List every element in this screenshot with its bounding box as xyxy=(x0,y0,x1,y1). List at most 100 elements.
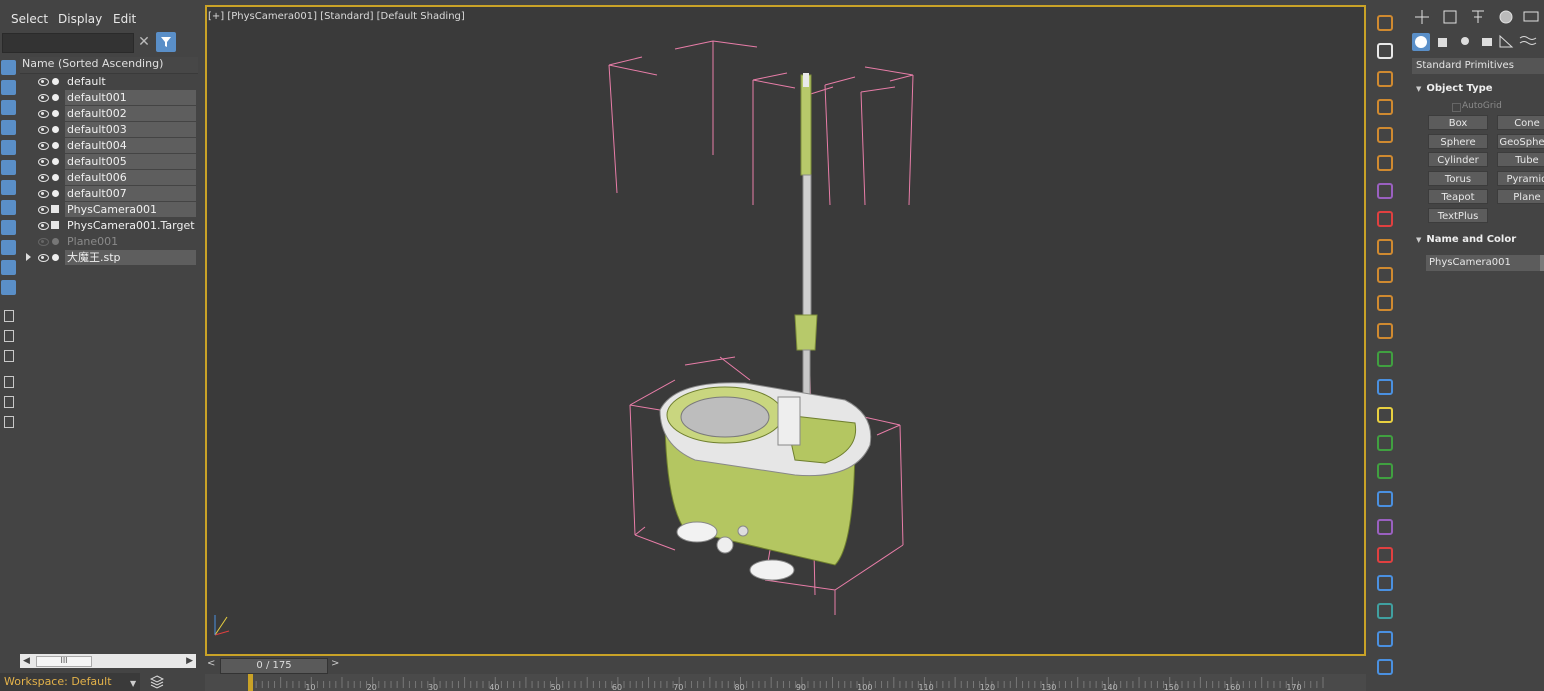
tree-row[interactable]: PhysCamera001 xyxy=(20,202,196,217)
script-tool-icon[interactable] xyxy=(1377,547,1393,563)
tree-row[interactable]: 大魔王.stp xyxy=(20,250,196,265)
script-tool-icon[interactable] xyxy=(1377,631,1393,647)
script-tool-icon[interactable] xyxy=(1377,71,1393,87)
script-tool-icon[interactable] xyxy=(1377,183,1393,199)
explorer-horizontal-scrollbar[interactable]: ◀ III ▶ xyxy=(20,654,196,668)
autogrid-checkbox[interactable] xyxy=(1452,103,1461,112)
primitive-button[interactable]: Box xyxy=(1428,115,1488,130)
primitive-button[interactable]: Tube xyxy=(1497,152,1544,168)
script-tool-icon[interactable] xyxy=(1377,463,1393,479)
menu-edit[interactable]: Edit xyxy=(113,12,136,26)
script-tool-icon[interactable] xyxy=(1377,435,1393,451)
script-tool-icon[interactable] xyxy=(1377,323,1393,339)
primitive-button[interactable]: Sphere xyxy=(1428,133,1488,149)
groups-filter-icon[interactable] xyxy=(1,180,16,195)
visibility-eye-icon[interactable] xyxy=(38,142,49,150)
visibility-eye-icon[interactable] xyxy=(38,94,49,102)
object-category-dropdown[interactable]: Standard Primitives xyxy=(1412,58,1544,74)
scroll-right-icon[interactable]: ▶ xyxy=(186,656,193,666)
visibility-eye-icon[interactable] xyxy=(38,238,49,246)
script-tool-icon[interactable] xyxy=(1377,519,1393,535)
filter-funnel-icon[interactable] xyxy=(1,374,16,389)
bones-filter-icon[interactable] xyxy=(1,220,16,235)
script-tool-icon[interactable] xyxy=(1377,211,1393,227)
clear-search-icon[interactable]: ✕ xyxy=(136,33,152,51)
script-tool-icon[interactable] xyxy=(1377,603,1393,619)
object-type-rollout[interactable]: Object Type xyxy=(1412,81,1544,97)
primitive-button[interactable]: Plane xyxy=(1497,189,1544,205)
filter-options-icon[interactable] xyxy=(1,394,16,409)
tree-row[interactable]: default005 xyxy=(20,154,196,169)
menu-select[interactable]: Select xyxy=(11,12,48,26)
tree-row[interactable]: default006 xyxy=(20,170,196,185)
script-tool-icon[interactable] xyxy=(1377,267,1393,283)
primitive-button[interactable]: Cylinder xyxy=(1428,152,1488,168)
script-tool-icon[interactable] xyxy=(1377,379,1393,395)
script-tool-icon[interactable] xyxy=(1377,295,1393,311)
script-tool-icon[interactable] xyxy=(1377,155,1393,171)
object-color-swatch[interactable] xyxy=(1540,255,1544,271)
tree-row[interactable]: PhysCamera001.Target xyxy=(20,218,196,233)
select-all-icon[interactable] xyxy=(1,308,16,323)
visibility-eye-icon[interactable] xyxy=(38,110,49,118)
hidden-filter-icon[interactable] xyxy=(1,280,16,295)
primitive-button[interactable]: Pyramid xyxy=(1497,170,1544,186)
tree-row[interactable]: default002 xyxy=(20,106,196,121)
frozen-filter-icon[interactable] xyxy=(1,260,16,275)
visibility-eye-icon[interactable] xyxy=(38,78,49,86)
tree-row[interactable]: default003 xyxy=(20,122,196,137)
viewport-label[interactable]: [+] [PhysCamera001] [Standard] [Default … xyxy=(208,11,465,22)
visibility-eye-icon[interactable] xyxy=(38,174,49,182)
primitive-button[interactable]: Torus xyxy=(1428,170,1488,186)
visibility-eye-icon[interactable] xyxy=(38,190,49,198)
script-tool-icon[interactable] xyxy=(1377,99,1393,115)
name-column-header[interactable]: Name (Sorted Ascending) xyxy=(20,57,198,74)
tree-row[interactable]: Plane001 xyxy=(20,234,196,249)
script-tool-icon[interactable] xyxy=(1377,351,1393,367)
script-tool-icon[interactable] xyxy=(1377,127,1393,143)
visibility-eye-icon[interactable] xyxy=(38,126,49,134)
script-tool-icon[interactable] xyxy=(1377,575,1393,591)
previous-frame-button[interactable]: < xyxy=(207,658,215,669)
primitive-button[interactable]: Cone xyxy=(1497,115,1544,130)
geometry-filter-icon[interactable] xyxy=(1,60,16,75)
visibility-eye-icon[interactable] xyxy=(38,206,49,214)
helpers-filter-icon[interactable] xyxy=(1,140,16,155)
name-and-color-rollout[interactable]: Name and Color xyxy=(1412,232,1544,248)
workspace-selector[interactable]: Workspace: Default xyxy=(0,673,140,691)
timeline-ruler[interactable]: 10 20 30 40 50 60 70 80 90 100 110 120 130 140 150 160 1… xyxy=(205,674,1366,691)
visibility-eye-icon[interactable] xyxy=(38,222,49,230)
expand-arrow-icon[interactable] xyxy=(26,253,31,261)
object-name-field[interactable]: PhysCamera001 xyxy=(1426,255,1540,271)
shapes-filter-icon[interactable] xyxy=(1,80,16,95)
scrollbar-thumb[interactable]: III xyxy=(36,656,92,667)
layer-icon[interactable] xyxy=(1,414,16,429)
primitive-button[interactable]: TextPlus xyxy=(1428,208,1488,223)
script-tool-icon[interactable] xyxy=(1377,407,1393,423)
tree-row[interactable]: default007 xyxy=(20,186,196,201)
tree-row[interactable]: default xyxy=(20,74,196,89)
chevron-down-icon[interactable]: ▼ xyxy=(130,679,136,688)
script-tool-icon[interactable] xyxy=(1377,659,1393,675)
script-tool-icon[interactable] xyxy=(1377,239,1393,255)
xrefs-filter-icon[interactable] xyxy=(1,200,16,215)
filter-icon[interactable] xyxy=(156,32,176,52)
tree-row[interactable]: default001 xyxy=(20,90,196,105)
primitive-button[interactable]: GeoSphere xyxy=(1497,133,1544,149)
script-tool-icon[interactable] xyxy=(1377,15,1393,31)
spacewarps-filter-icon[interactable] xyxy=(1,160,16,175)
time-slider[interactable]: 0 / 175 xyxy=(220,658,328,674)
visibility-eye-icon[interactable] xyxy=(38,158,49,166)
containers-filter-icon[interactable] xyxy=(1,240,16,255)
script-tool-icon[interactable] xyxy=(1377,491,1393,507)
tree-row[interactable]: default004 xyxy=(20,138,196,153)
search-input[interactable] xyxy=(2,33,134,53)
menu-display[interactable]: Display xyxy=(58,12,102,26)
script-tool-icon[interactable] xyxy=(1377,43,1393,59)
select-invert-icon[interactable] xyxy=(1,348,16,363)
select-none-icon[interactable] xyxy=(1,328,16,343)
visibility-eye-icon[interactable] xyxy=(38,254,49,262)
next-frame-button[interactable]: > xyxy=(331,658,339,669)
scroll-left-icon[interactable]: ◀ xyxy=(23,656,30,666)
lights-filter-icon[interactable] xyxy=(1,100,16,115)
